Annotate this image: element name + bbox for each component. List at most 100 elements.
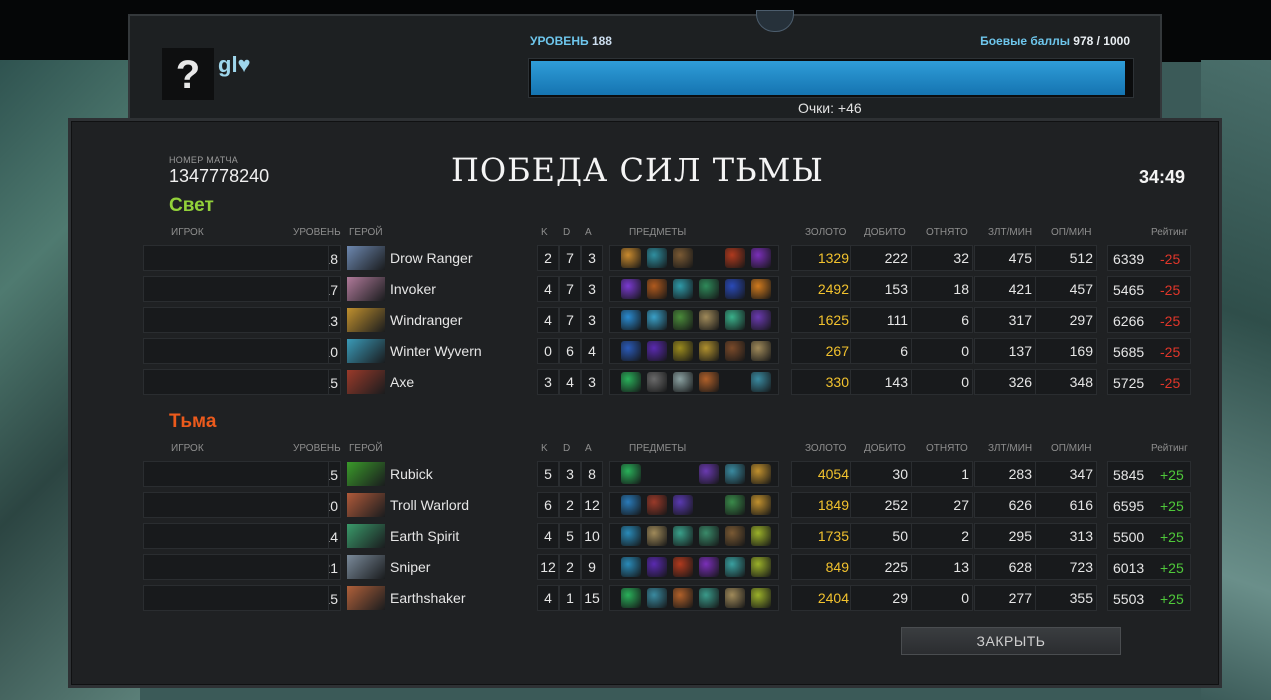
item-slot-icon[interactable] [725,588,745,608]
item-slot-icon[interactable] [725,372,745,392]
item-slot-icon[interactable] [673,372,693,392]
hero-portrait-icon[interactable] [347,555,385,579]
column-header-denies: ОТНЯТО [926,443,968,454]
stat-d: 5 [566,528,574,544]
item-slot-icon[interactable] [673,279,693,299]
hero-name-box [143,338,329,364]
hero-portrait-icon[interactable] [347,493,385,517]
item-slot-icon[interactable] [725,310,745,330]
item-slot-icon[interactable] [725,495,745,515]
column-header-gpm: ЗЛТ/МИН [988,443,1033,454]
item-slot-icon[interactable] [751,588,771,608]
item-slot-icon[interactable] [699,557,719,577]
player-row[interactable]: ◒m3wk15Rubick53840543012833475845+25 [143,461,1191,487]
player-row[interactable]: ?gl♥10Winter Wyvern064267601371695685-25 [143,338,1191,364]
item-slot-icon[interactable] [673,248,693,268]
item-slot-icon[interactable] [751,372,771,392]
player-row[interactable]: ▣@Ariukidota18Drow Ranger273132922232475… [143,245,1191,271]
hero-portrait-icon[interactable] [347,277,385,301]
item-slot-icon[interactable] [621,495,641,515]
item-slot-icon[interactable] [621,341,641,361]
item-slot-icon[interactable] [751,464,771,484]
item-slot-icon[interactable] [751,341,771,361]
item-slot-icon[interactable] [621,248,641,268]
item-slot-icon[interactable] [673,310,693,330]
player-row[interactable]: ◈HUEHUEHUE15Earthshaker41152404290277355… [143,585,1191,611]
player-row[interactable]: ¿leo813Windranger473162511163172976266-2… [143,307,1191,333]
player-row[interactable]: ◕RT_APuCToKPaT15Axe34333014303263485725-… [143,369,1191,395]
rating-value: 5725 [1113,375,1145,391]
stat-lh: 225 [884,559,908,575]
column-header-items: ПРЕДМЕТЫ [629,443,687,454]
item-slot-icon[interactable] [621,526,641,546]
item-slot-icon[interactable] [699,495,719,515]
hero-portrait-icon[interactable] [347,524,385,548]
player-row[interactable]: ◐maciekg921Sniper1229849225136287236013+… [143,554,1191,580]
item-slot-icon[interactable] [621,464,641,484]
item-slot-icon[interactable] [647,464,667,484]
item-slot-icon[interactable] [647,310,667,330]
rating-cell: 5685 -25 [1107,338,1191,364]
profile-name: gl♥ [218,52,251,77]
column-header-k: K [541,227,548,238]
item-slot-icon[interactable] [647,341,667,361]
hero-portrait-icon[interactable] [347,370,385,394]
item-slot-icon[interactable] [673,526,693,546]
column-header-xpm: ОП/МИН [1051,227,1092,238]
item-slot-icon[interactable] [751,248,771,268]
item-slot-icon[interactable] [621,310,641,330]
item-slot-icon[interactable] [621,279,641,299]
item-slot-icon[interactable] [699,341,719,361]
item-slot-icon[interactable] [725,279,745,299]
item-slot-icon[interactable] [647,279,667,299]
item-slot-icon[interactable] [699,279,719,299]
close-button[interactable]: ЗАКРЫТЬ [901,627,1121,655]
item-slot-icon[interactable] [699,310,719,330]
item-slot-icon[interactable] [621,557,641,577]
item-slot-icon[interactable] [699,372,719,392]
hero-portrait-icon[interactable] [347,308,385,332]
item-slot-icon[interactable] [725,341,745,361]
item-slot-icon[interactable] [647,588,667,608]
player-row[interactable]: ◉2k17Invoker4732492153184214575465-25 [143,276,1191,302]
item-slot-icon[interactable] [699,248,719,268]
item-slot-icon[interactable] [647,495,667,515]
item-slot-icon[interactable] [647,557,667,577]
item-slot-icon[interactable] [751,526,771,546]
item-slot-icon[interactable] [751,279,771,299]
profile-avatar[interactable]: ? [162,48,214,100]
hero-portrait-icon[interactable] [347,586,385,610]
stat-xpm: 457 [1069,281,1093,297]
item-slot-icon[interactable] [725,248,745,268]
item-slot-icon[interactable] [673,557,693,577]
rating-delta: -25 [1160,313,1181,329]
hero-portrait-icon[interactable] [347,462,385,486]
item-slot-icon[interactable] [647,372,667,392]
item-slot-icon[interactable] [673,341,693,361]
player-row[interactable]: ◍t_t20Troll Warlord621218492522762661665… [143,492,1191,518]
hero-name: Drow Ranger [390,250,473,266]
item-slot-icon[interactable] [621,588,641,608]
column-header-last_hits: ДОБИТО [864,443,906,454]
item-slot-icon[interactable] [673,464,693,484]
item-slot-icon[interactable] [751,310,771,330]
item-slot-icon[interactable] [725,557,745,577]
item-slot-icon[interactable] [699,464,719,484]
item-slot-icon[interactable] [647,248,667,268]
item-slot-icon[interactable] [673,495,693,515]
item-slot-icon[interactable] [699,588,719,608]
hero-portrait-icon[interactable] [347,339,385,363]
player-row[interactable]: ♣Fear'14Earth Spirit45101735502295313550… [143,523,1191,549]
item-slot-icon[interactable] [751,495,771,515]
item-slot-icon[interactable] [725,526,745,546]
hero-name: Earthshaker [390,590,466,606]
stat-xpm: 512 [1069,250,1093,266]
item-slot-icon[interactable] [699,526,719,546]
item-slot-icon[interactable] [751,557,771,577]
item-slot-icon[interactable] [673,588,693,608]
item-slot-icon[interactable] [647,526,667,546]
item-slot-icon[interactable] [725,464,745,484]
column-header-hero: ГЕРОЙ [349,227,383,238]
hero-portrait-icon[interactable] [347,246,385,270]
item-slot-icon[interactable] [621,372,641,392]
